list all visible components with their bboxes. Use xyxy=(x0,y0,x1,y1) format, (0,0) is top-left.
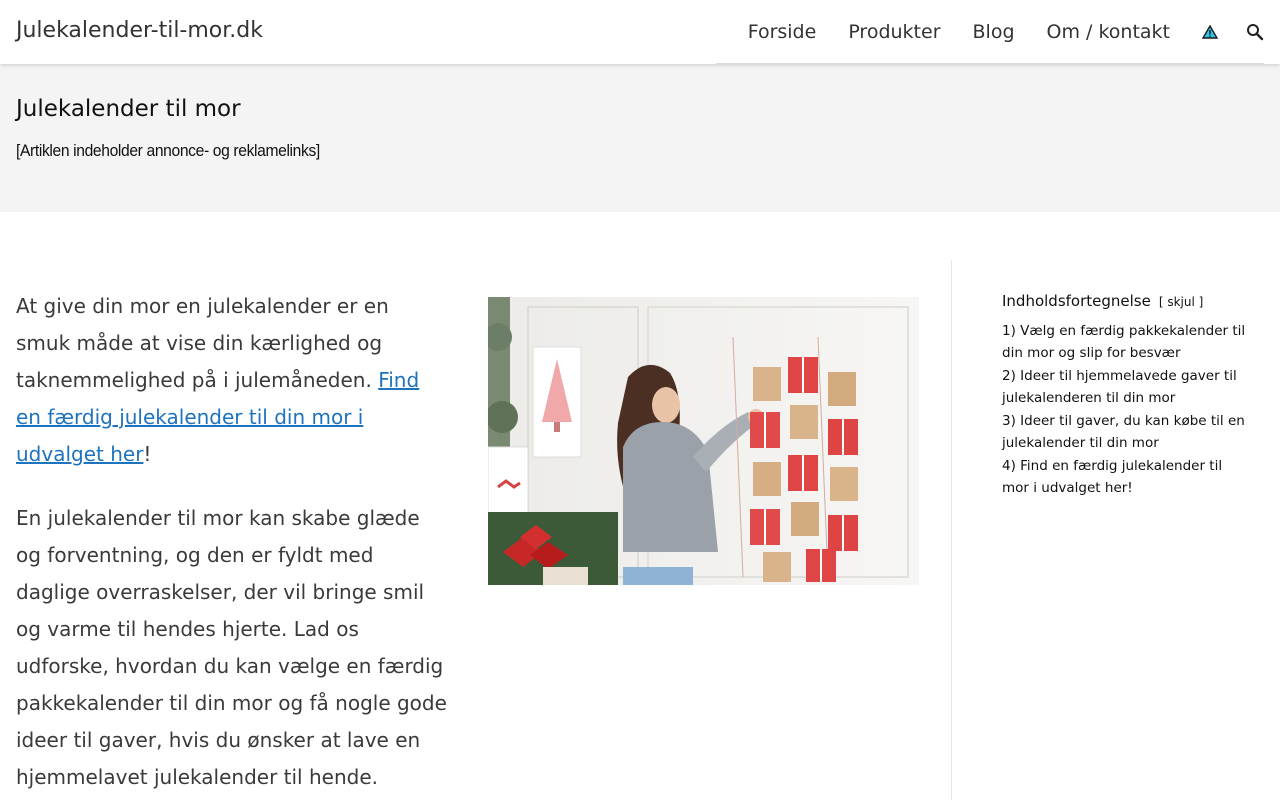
toc-link-4[interactable]: 4) Find en færdig julekalender til mor i… xyxy=(1002,458,1222,496)
article-paragraph-2: En julekalender til mor kan skabe glæde … xyxy=(16,506,447,789)
site-header: Julekalender-til-mor.dk Forside Produkte… xyxy=(0,0,1280,64)
toc-link-2[interactable]: 2) Ideer til hjemmelavede gaver til jule… xyxy=(1002,368,1237,406)
toc-item: 1) Vælg en færdig pakkekalender til din … xyxy=(1002,320,1252,364)
main-nav: Forside Produkter Blog Om / kontakt xyxy=(715,0,1264,64)
toc-link-1[interactable]: 1) Vælg en færdig pakkekalender til din … xyxy=(1002,323,1245,361)
toc-header: Indholdsfortegnelse [ skjul ] xyxy=(1002,292,1252,310)
site-title-link[interactable]: Julekalender-til-mor.dk xyxy=(16,18,263,43)
table-of-contents: Indholdsfortegnelse [ skjul ] 1) Vælg en… xyxy=(1002,292,1252,500)
warning-triangle-icon[interactable] xyxy=(1202,24,1218,39)
nav-item-forside[interactable]: Forside xyxy=(748,21,817,43)
search-icon[interactable] xyxy=(1246,23,1264,41)
nav-item-blog[interactable]: Blog xyxy=(973,21,1015,43)
sidebar-divider xyxy=(951,260,952,800)
ad-disclaimer: [Artiklen indeholder annonce- og reklame… xyxy=(16,141,320,160)
nav-item-produkter[interactable]: Produkter xyxy=(848,21,940,43)
toc-list: 1) Vælg en færdig pakkekalender til din … xyxy=(1002,320,1252,499)
page-hero: Julekalender til mor [Artiklen indeholde… xyxy=(0,64,1280,212)
nav-item-om-kontakt[interactable]: Om / kontakt xyxy=(1047,21,1170,43)
article-image xyxy=(488,297,919,585)
page-title: Julekalender til mor xyxy=(16,96,241,122)
toc-item: 4) Find en færdig julekalender til mor i… xyxy=(1002,455,1252,499)
article-paragraph-1: At give din mor en julekalender er en sm… xyxy=(16,288,448,473)
article-content: At give din mor en julekalender er en sm… xyxy=(16,288,448,800)
toc-toggle-button[interactable]: [ skjul ] xyxy=(1159,295,1203,309)
toc-item: 3) Ideer til gaver, du kan købe til en j… xyxy=(1002,410,1252,454)
toc-item: 2) Ideer til hjemmelavede gaver til jule… xyxy=(1002,365,1252,409)
toc-link-3[interactable]: 3) Ideer til gaver, du kan købe til en j… xyxy=(1002,413,1245,451)
intro-text: At give din mor en julekalender er en sm… xyxy=(16,294,389,392)
toc-title: Indholdsfortegnelse xyxy=(1002,292,1151,310)
intro-end: ! xyxy=(143,442,152,466)
